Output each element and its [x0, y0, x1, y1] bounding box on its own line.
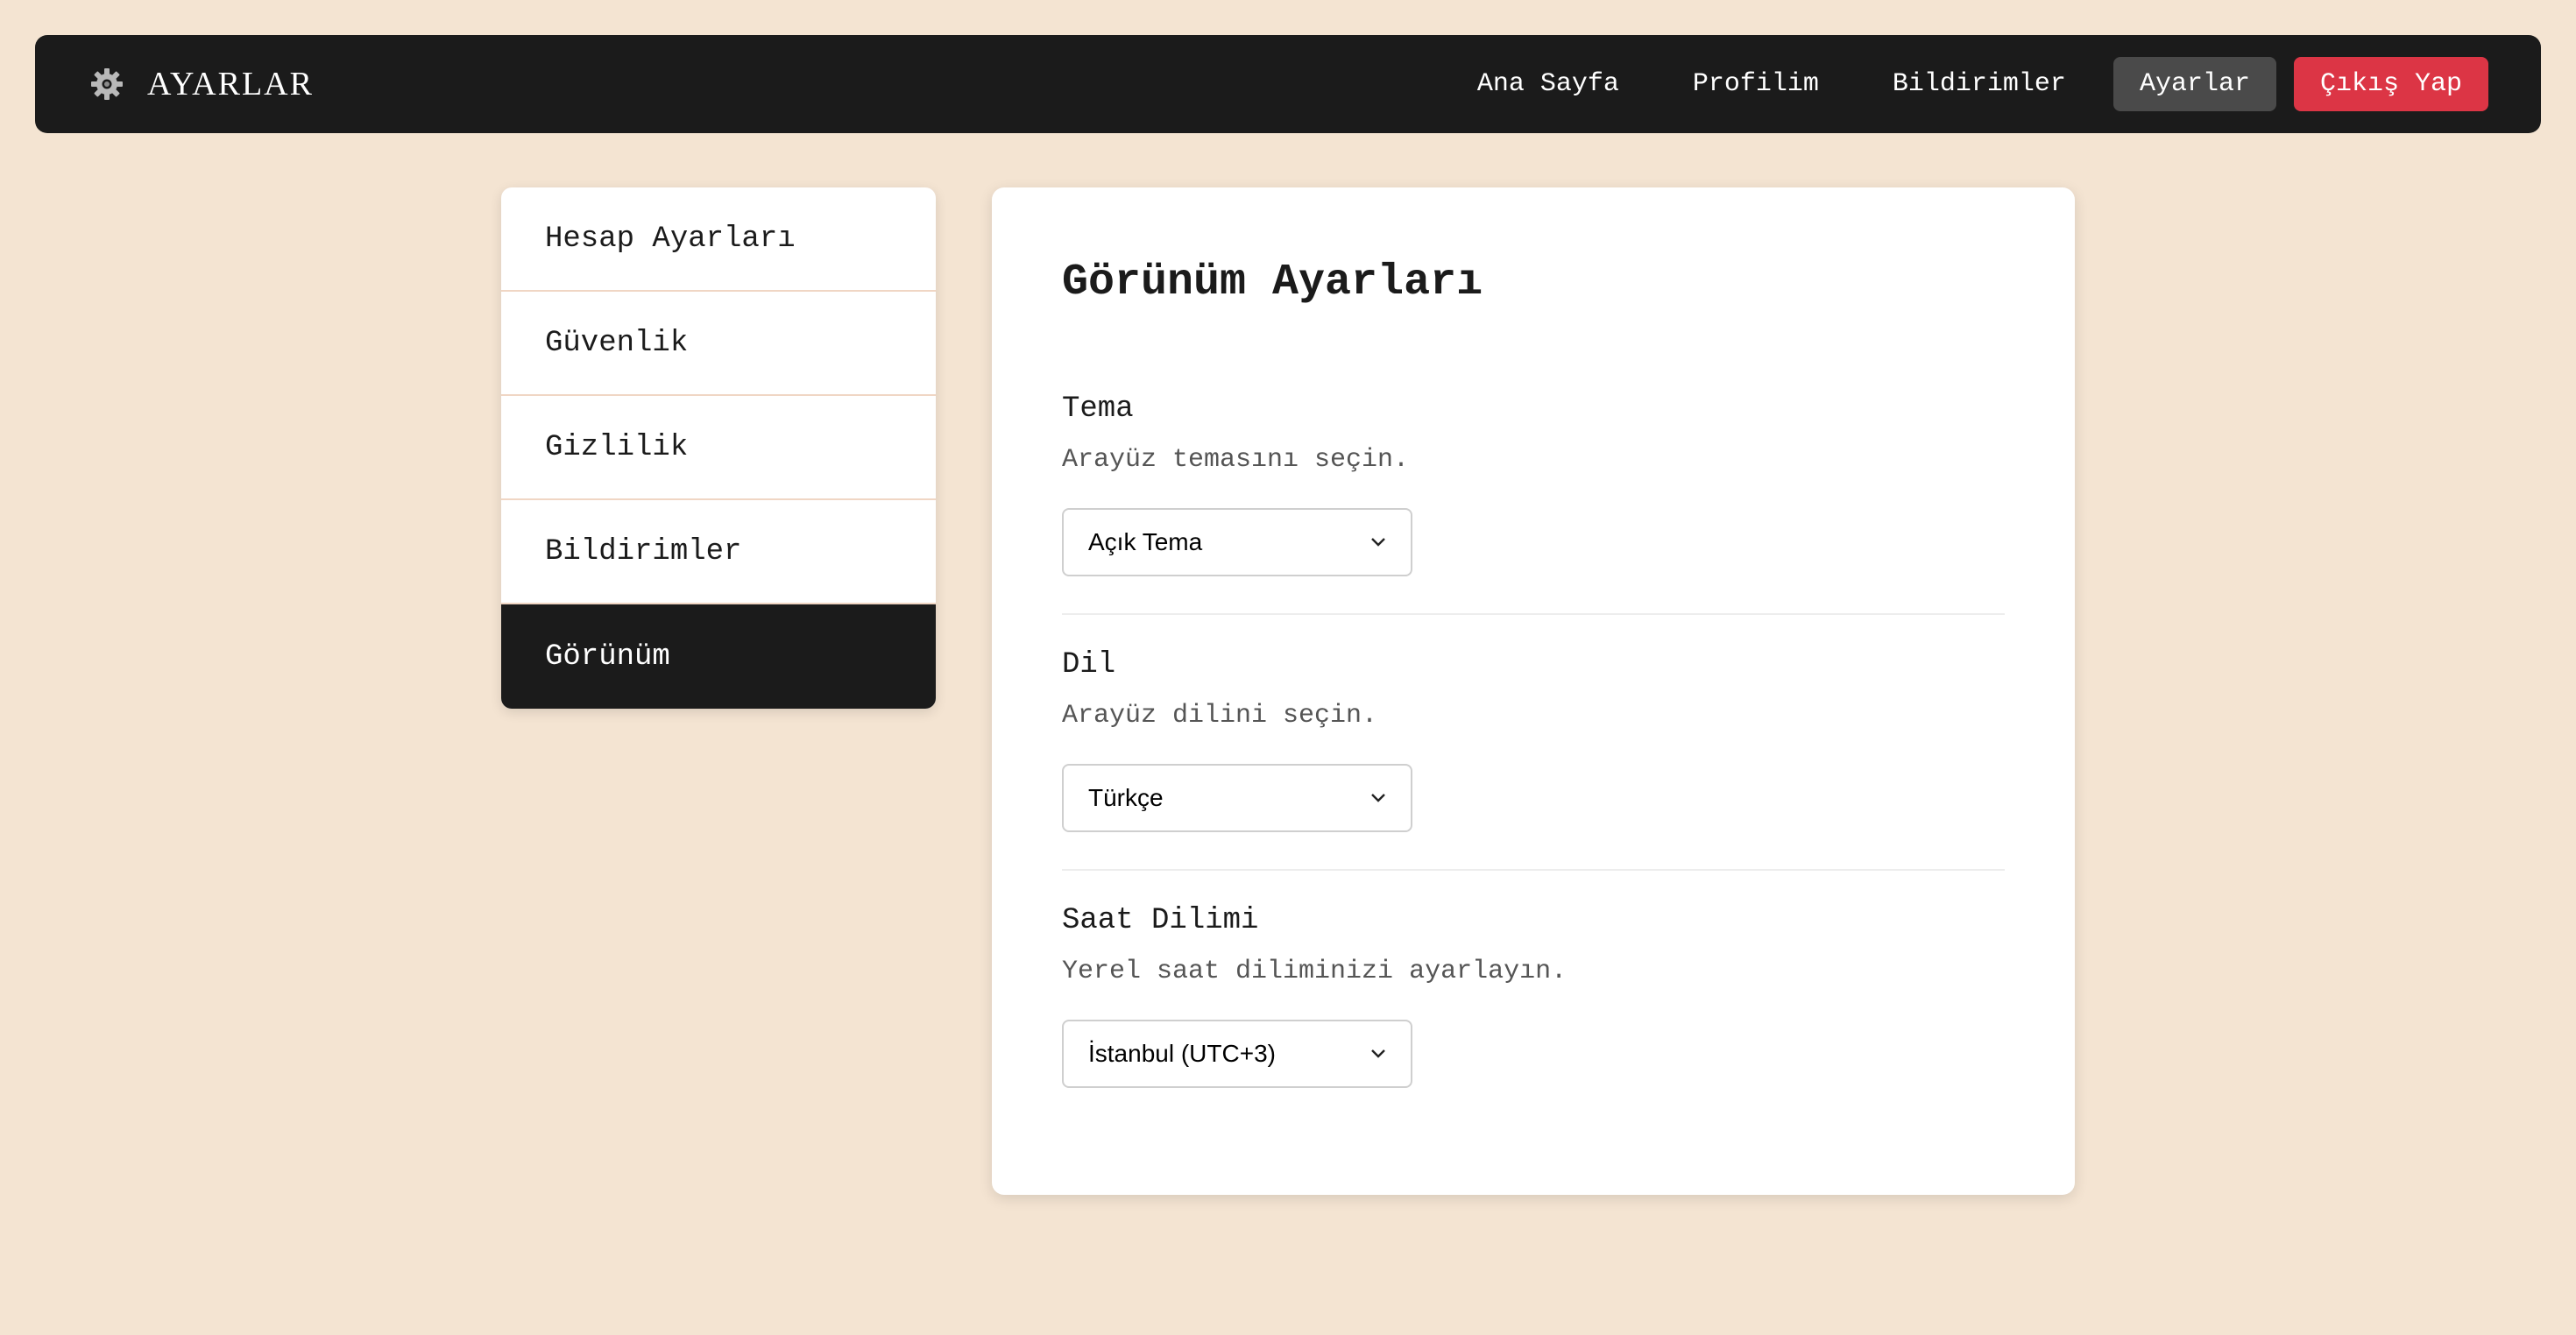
sidebar-item-security[interactable]: Güvenlik — [501, 292, 936, 396]
timezone-setting: Saat Dilimi Yerel saat diliminizi ayarla… — [1062, 904, 2005, 1088]
nav-home[interactable]: Ana Sayfa — [1451, 57, 1645, 111]
nav-settings[interactable]: Ayarlar — [2112, 57, 2276, 111]
gear-icon — [88, 65, 126, 103]
top-navbar: AYARLAR Ana Sayfa Profilim Bildirimler A… — [35, 35, 2541, 133]
settings-sidebar: Hesap Ayarları Güvenlik Gizlilik Bildiri… — [501, 187, 936, 709]
theme-select-value: Açık Tema — [1088, 528, 1203, 555]
sidebar-item-account[interactable]: Hesap Ayarları — [501, 187, 936, 292]
theme-select[interactable]: Açık Tema — [1062, 508, 1412, 576]
divider — [1062, 869, 2005, 871]
language-label: Dil — [1062, 648, 1116, 682]
language-select[interactable]: Türkçe — [1062, 764, 1412, 832]
language-setting: Dil Arayüz dilini seçin. Türkçe — [1062, 648, 2005, 832]
language-select-value: Türkçe — [1088, 784, 1164, 811]
timezone-select-value: İstanbul (UTC+3) — [1088, 1040, 1276, 1067]
brand: AYARLAR — [88, 65, 314, 103]
theme-description: Arayüz temasını seçin. — [1062, 445, 1410, 475]
divider — [1062, 613, 2005, 615]
timezone-description: Yerel saat diliminizi ayarlayın. — [1062, 957, 1568, 986]
sidebar-item-privacy[interactable]: Gizlilik — [501, 396, 936, 500]
chevron-down-icon — [1369, 533, 1388, 552]
sidebar-item-notifications[interactable]: Bildirimler — [501, 500, 936, 604]
page-title: Görünüm Ayarları — [1062, 258, 1483, 307]
chevron-down-icon — [1369, 1044, 1388, 1063]
timezone-label: Saat Dilimi — [1062, 904, 1259, 937]
logout-button[interactable]: Çıkış Yap — [2293, 57, 2488, 111]
appearance-settings-panel: Görünüm Ayarları Tema Arayüz temasını se… — [992, 187, 2075, 1195]
chevron-down-icon — [1369, 788, 1388, 808]
nav-notifications[interactable]: Bildirimler — [1866, 57, 2092, 111]
sidebar-item-appearance[interactable]: Görünüm — [501, 604, 936, 709]
nav-profile[interactable]: Profilim — [1667, 57, 1845, 111]
nav-links: Ana Sayfa Profilim Bildirimler Ayarlar Ç… — [1430, 57, 2488, 111]
language-description: Arayüz dilini seçin. — [1062, 701, 1378, 731]
theme-setting: Tema Arayüz temasını seçin. Açık Tema — [1062, 392, 2005, 576]
brand-title: AYARLAR — [147, 66, 314, 102]
timezone-select[interactable]: İstanbul (UTC+3) — [1062, 1020, 1412, 1088]
theme-label: Tema — [1062, 392, 1134, 426]
